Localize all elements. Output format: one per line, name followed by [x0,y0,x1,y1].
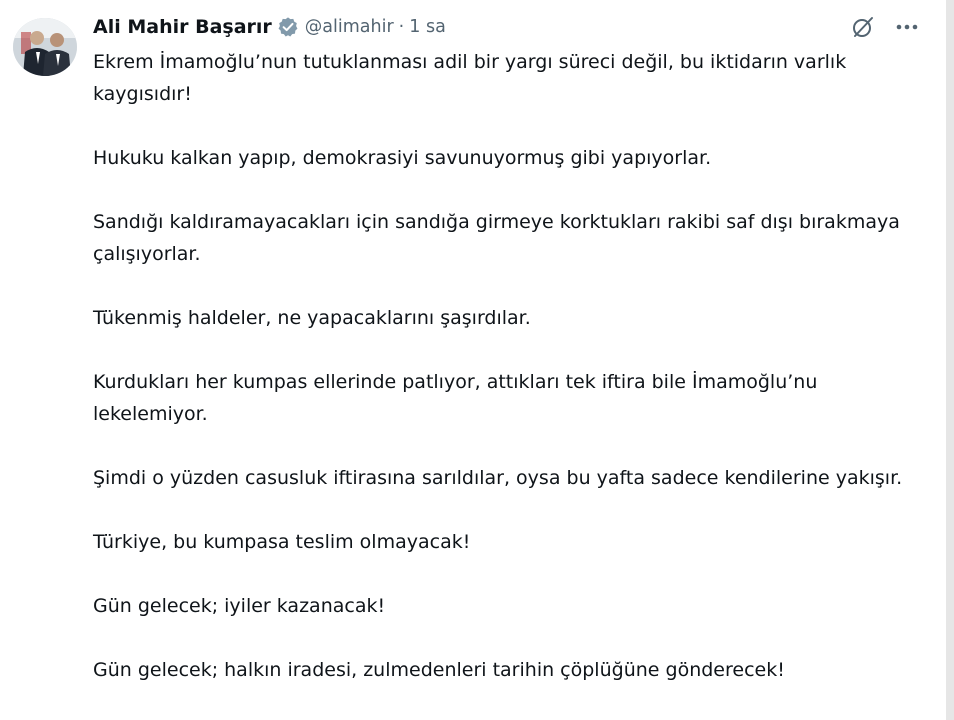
author-handle[interactable]: @alimahir [305,17,394,37]
scrollbar[interactable] [946,0,954,720]
tweet-paragraph: Şimdi o yüzden casusluk iftirasına sarıl… [93,467,903,489]
more-icon[interactable] [893,16,921,38]
display-name[interactable]: Ali Mahir Başarır [93,16,272,38]
tweet-paragraph: Gün gelecek; iyiler kazanacak! [93,595,386,617]
tweet-paragraph: Sandığı kaldıramayacakları için sandığa … [93,211,900,265]
separator-dot: · [398,17,405,37]
grok-icon[interactable] [850,14,876,40]
tweet-paragraph: Tükenmiş haldeler, ne yapacaklarını şaşı… [93,307,531,329]
tweet-paragraph: Türkiye, bu kumpasa teslim olmayacak! [93,531,471,553]
verified-badge-icon [277,16,299,38]
tweet-paragraph: Ekrem İmamoğlu’nun tutuklanması adil bir… [93,51,847,105]
tweet-header: Ali Mahir Başarır @alimahir · 1 sa [93,10,446,44]
tweet-paragraph: Gün gelecek; halkın iradesi, zulmedenler… [93,659,785,681]
timestamp[interactable]: 1 sa [409,17,446,37]
tweet-text: Ekrem İmamoğlu’nun tutuklanması adil bir… [93,46,923,686]
tweet-paragraph: Hukuku kalkan yapıp, demokrasiyi savunuy… [93,147,712,169]
avatar[interactable] [13,18,77,76]
tweet-paragraph: Kurdukları her kumpas ellerinde patlıyor… [93,371,818,425]
tweet: Ali Mahir Başarır @alimahir · 1 sa Ekrem… [0,0,954,720]
